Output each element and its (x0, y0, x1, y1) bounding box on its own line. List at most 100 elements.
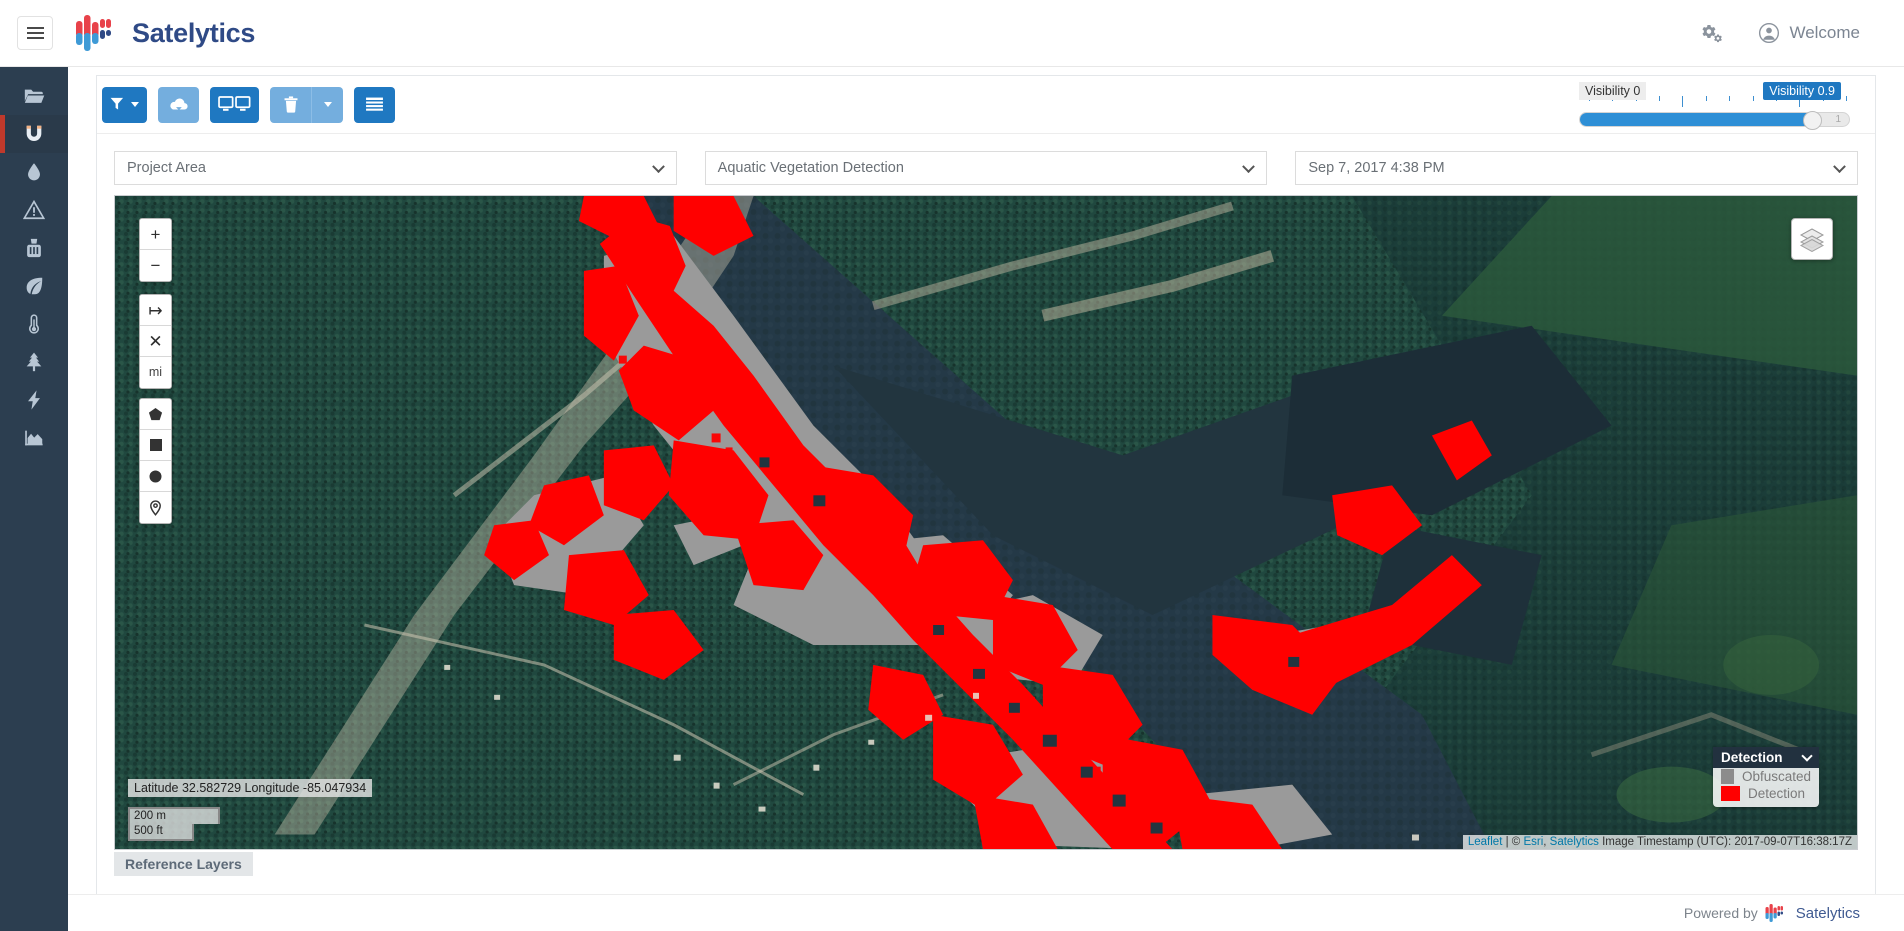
filter-button[interactable] (102, 86, 147, 123)
zoom-controls: + − (139, 218, 172, 282)
map-container[interactable]: + − ↦ ✕ mi Latitude 32.582729 Longitude … (114, 195, 1858, 850)
thermometer-icon (29, 314, 39, 334)
draw-marker-button[interactable] (140, 492, 171, 523)
tick-major (1682, 96, 1684, 107)
sidebar-item-water[interactable] (0, 153, 68, 191)
legend-title: Detection (1721, 750, 1783, 765)
powered-by-label: Powered by (1683, 905, 1758, 921)
draw-polygon-button[interactable] (140, 399, 171, 430)
main-content: Visibility 0 Visibility 0.9 1 Project Ar… (68, 67, 1904, 931)
top-bar-right: Welcome (1702, 22, 1904, 44)
analytic-value: Aquatic Vegetation Detection (717, 160, 904, 176)
analytic-select[interactable]: Aquatic Vegetation Detection (704, 151, 1268, 185)
delete-dropdown-button[interactable] (311, 86, 343, 123)
visibility-slider-track[interactable]: 1 (1579, 111, 1850, 130)
sidebar-item-projects[interactable] (0, 77, 68, 115)
delete-button[interactable] (270, 86, 311, 123)
zoom-out-button[interactable]: − (140, 250, 171, 281)
hamburger-bar (26, 37, 44, 39)
funnel-icon (110, 97, 124, 110)
gear-icon[interactable] (1702, 22, 1724, 44)
tick (1845, 96, 1847, 101)
sidebar-item-industry[interactable] (0, 229, 68, 267)
sidebar-item-analytics[interactable] (0, 419, 68, 457)
attrib-timestamp: Image Timestamp (UTC): 2017-09-07T16:38:… (1598, 836, 1852, 848)
map-scale-bars: 200 m 500 ft (128, 807, 220, 841)
chart-area-icon (25, 430, 43, 446)
folder-open-icon (24, 89, 45, 103)
hamburger-bar (26, 32, 44, 34)
reference-layers-tab[interactable]: Reference Layers (114, 852, 253, 876)
legend-label-obfuscated: Obfuscated (1741, 769, 1811, 784)
reference-layers-bar: Reference Layers (114, 850, 1858, 878)
visibility-min-label: Visibility 0 (1579, 82, 1647, 100)
measure-button[interactable]: ↦ (140, 295, 171, 326)
polygon-icon (148, 407, 163, 420)
legend-item-obfuscated: Obfuscated (1713, 768, 1819, 785)
sidebar-item-temperature[interactable] (0, 305, 68, 343)
lightning-bolt-icon (28, 390, 40, 410)
chevron-down-icon (1242, 160, 1256, 174)
panel-toolbar: Visibility 0 Visibility 0.9 1 (97, 76, 1875, 134)
map-imagery (115, 196, 1857, 849)
hamburger-icon[interactable] (17, 16, 53, 50)
user-label: Welcome (1789, 23, 1860, 42)
project-area-value: Project Area (127, 160, 206, 176)
sidebar-item-magnet[interactable] (0, 115, 68, 153)
satelytics-logo-icon (76, 15, 111, 51)
sidebar-item-alerts[interactable] (0, 191, 68, 229)
layers-control-button[interactable] (1791, 218, 1833, 260)
rectangle-icon (149, 439, 162, 451)
list-icon (366, 97, 383, 111)
tick (1705, 96, 1707, 101)
trash-icon (284, 96, 297, 113)
legend-header[interactable]: Detection (1713, 747, 1819, 768)
compare-button[interactable] (210, 86, 259, 123)
esri-link[interactable]: Esri (1523, 836, 1543, 848)
satelytics-logo-icon (1765, 904, 1783, 922)
caret-down-icon (323, 102, 332, 107)
visibility-value-label: Visibility 0.9 (1763, 82, 1841, 100)
water-drop-icon (28, 163, 40, 181)
legend-swatch-detection (1721, 786, 1740, 801)
satelytics-link[interactable]: Satelytics (1550, 836, 1599, 848)
visibility-slider-handle[interactable] (1803, 111, 1823, 130)
analysis-panel: Visibility 0 Visibility 0.9 1 Project Ar… (96, 75, 1876, 915)
left-sidebar (0, 67, 68, 931)
map-legend: Detection Obfuscated Detection (1713, 747, 1819, 807)
tick (1659, 96, 1661, 101)
measure-units-button[interactable]: mi (140, 357, 171, 388)
circle-icon (149, 470, 162, 482)
dual-screen-icon (218, 96, 251, 111)
list-view-button[interactable] (354, 86, 395, 123)
factory-icon (27, 238, 41, 258)
sidebar-item-vegetation[interactable] (0, 267, 68, 305)
legend-label-detection: Detection (1748, 786, 1806, 801)
tick (1752, 96, 1754, 101)
footer-brand-name: Satelytics (1795, 904, 1860, 922)
download-button[interactable] (158, 86, 199, 123)
clear-measure-button[interactable]: ✕ (140, 326, 171, 357)
selector-row: Project Area Aquatic Vegetation Detectio… (97, 134, 1875, 195)
leaflet-link[interactable]: Leaflet (1468, 836, 1503, 848)
legend-item-detection: Detection (1713, 785, 1819, 802)
brand-logo[interactable]: Satelytics (75, 13, 255, 53)
visibility-slider-control: Visibility 0 Visibility 0.9 1 (1579, 82, 1857, 130)
zoom-in-button[interactable]: + (140, 219, 171, 250)
datetime-select[interactable]: Sep 7, 2017 4:38 PM (1295, 151, 1859, 185)
tick (1729, 96, 1731, 101)
draw-controls (139, 398, 172, 524)
draw-circle-button[interactable] (140, 461, 171, 492)
leaf-icon (26, 277, 43, 295)
page-footer: Powered by Satelytics (68, 894, 1904, 931)
project-area-select[interactable]: Project Area (114, 151, 677, 185)
magnet-icon (26, 125, 42, 141)
sidebar-item-forestry[interactable] (0, 343, 68, 381)
draw-rectangle-button[interactable] (140, 430, 171, 461)
user-menu[interactable]: Welcome (1758, 22, 1860, 44)
tree-icon (26, 352, 42, 372)
sidebar-item-energy[interactable] (0, 381, 68, 419)
map-coordinates: Latitude 32.582729 Longitude -85.047934 (128, 779, 373, 797)
chevron-down-icon (651, 160, 665, 174)
attrib-separator: | (1502, 836, 1512, 848)
